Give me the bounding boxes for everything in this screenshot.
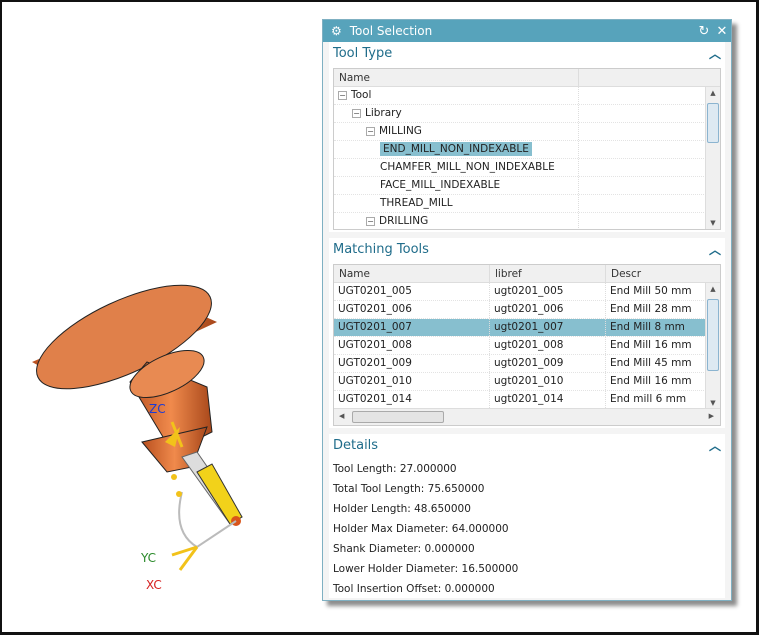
cell-name: UGT0201_010 <box>334 373 490 390</box>
column-header-libref[interactable]: libref <box>490 265 606 282</box>
tree-item[interactable]: − Library <box>334 105 720 123</box>
cell-name: UGT0201_005 <box>334 283 490 300</box>
tool-selection-dialog: ⚙ Tool Selection ↻ ✕ Tool Type ︿ Name − To… <box>322 19 732 601</box>
cell-libref: ugt0201_006 <box>490 301 606 318</box>
detail-line: Tool Length: 27.000000 <box>333 463 457 475</box>
tree-item-label: Tool <box>351 89 372 101</box>
cell-descr: End mill 6 mm <box>606 391 707 408</box>
graphics-viewport[interactable] <box>2 2 322 632</box>
tree-item[interactable]: − MILLING <box>334 123 720 141</box>
collapse-node-icon[interactable]: − <box>338 90 347 100</box>
table-row[interactable]: UGT0201_008 ugt0201_008 End Mill 16 mm <box>334 337 720 355</box>
tree-item[interactable]: THREAD_MILL <box>334 195 720 213</box>
detail-line: Shank Diameter: 0.000000 <box>333 543 475 555</box>
collapse-icon[interactable]: ︿ <box>709 241 725 258</box>
table-row[interactable]: UGT0201_010 ugt0201_010 End Mill 16 mm <box>334 373 720 391</box>
cell-libref: ugt0201_007 <box>490 319 606 336</box>
detail-line: Total Tool Length: 75.650000 <box>333 483 485 495</box>
tree-item-label: Library <box>365 107 402 119</box>
tree-item-label: DRILLING <box>379 215 429 227</box>
column-header-descr[interactable]: Descr <box>606 265 720 282</box>
tree-item[interactable]: − DRILLING <box>334 213 720 229</box>
cell-descr: End Mill 28 mm <box>606 301 707 318</box>
tree-item-label: END_MILL_NON_INDEXABLE <box>380 142 532 156</box>
zc-axis-label: ZC <box>149 402 166 416</box>
cell-libref: ugt0201_008 <box>490 337 606 354</box>
table-horizontal-scrollbar[interactable]: ◀ ▶ <box>334 408 720 425</box>
detail-line: Holder Max Diameter: 64.000000 <box>333 523 509 535</box>
detail-line: Lower Holder Diameter: 16.500000 <box>333 563 519 575</box>
cell-name: UGT0201_007 <box>334 319 490 336</box>
section-title: Details <box>333 437 379 453</box>
cell-libref: ugt0201_014 <box>490 391 606 408</box>
dialog-title: Tool Selection <box>349 24 433 38</box>
close-icon[interactable]: ✕ <box>713 24 731 39</box>
table-row[interactable]: UGT0201_005 ugt0201_005 End Mill 50 mm <box>334 283 720 301</box>
xc-axis-label: XC <box>146 578 162 592</box>
column-header-name[interactable]: Name <box>334 69 579 86</box>
tree-item[interactable]: FACE_MILL_INDEXABLE <box>334 177 720 195</box>
table-row[interactable]: UGT0201_009 ugt0201_009 End Mill 45 mm <box>334 355 720 373</box>
column-header-name[interactable]: Name <box>334 265 490 282</box>
reset-icon[interactable]: ↻ <box>695 24 713 39</box>
dialog-title-bar: ⚙ Tool Selection ↻ ✕ <box>323 20 731 42</box>
detail-line: Tool Insertion Offset: 0.000000 <box>333 583 495 595</box>
tool-type-tree[interactable]: Name − Tool − Library − MILLING END_MILL_NON_I… <box>333 68 721 230</box>
matching-tools-section: Matching Tools ︿ Name libref Descr UGT020… <box>329 238 725 428</box>
cell-name: UGT0201_008 <box>334 337 490 354</box>
tree-scrollbar[interactable]: ▲ ▼ <box>705 87 720 229</box>
table-row[interactable]: UGT0201_014 ugt0201_014 End mill 6 mm <box>334 391 720 409</box>
cell-libref: ugt0201_009 <box>490 355 606 372</box>
cell-libref: ugt0201_005 <box>490 283 606 300</box>
tree-item[interactable]: − Tool <box>334 87 720 105</box>
tree-item-label: THREAD_MILL <box>380 197 453 209</box>
table-row[interactable]: UGT0201_006 ugt0201_006 End Mill 28 mm <box>334 301 720 319</box>
collapse-node-icon[interactable]: − <box>352 108 361 118</box>
collapse-node-icon[interactable]: − <box>366 126 375 136</box>
cell-name: UGT0201_006 <box>334 301 490 318</box>
cell-descr: End Mill 16 mm <box>606 373 707 390</box>
yc-axis-label: YC <box>141 551 157 565</box>
cell-libref: ugt0201_010 <box>490 373 606 390</box>
collapse-node-icon[interactable]: − <box>366 216 375 226</box>
cell-descr: End Mill 16 mm <box>606 337 707 354</box>
gear-icon: ⚙ <box>331 24 342 38</box>
tree-item-label: CHAMFER_MILL_NON_INDEXABLE <box>380 161 555 173</box>
cell-descr: End Mill 45 mm <box>606 355 707 372</box>
tree-item[interactable]: END_MILL_NON_INDEXABLE <box>334 141 720 159</box>
collapse-icon[interactable]: ︿ <box>709 45 725 62</box>
table-vertical-scrollbar[interactable]: ▲ ▼ <box>705 283 720 409</box>
tree-item[interactable]: CHAMFER_MILL_NON_INDEXABLE <box>334 159 720 177</box>
tree-item-label: FACE_MILL_INDEXABLE <box>380 179 501 191</box>
tool-type-section: Tool Type ︿ Name − Tool − Library − MILLING END… <box>329 42 725 232</box>
details-section: Details ︿ Tool Length: 27.000000 Total Too… <box>329 434 725 598</box>
collapse-icon[interactable]: ︿ <box>709 437 725 454</box>
cell-descr: End Mill 8 mm <box>606 319 707 336</box>
cell-name: UGT0201_009 <box>334 355 490 372</box>
cell-descr: End Mill 50 mm <box>606 283 707 300</box>
matching-tools-table[interactable]: Name libref Descr UGT0201_005 ugt0201_005… <box>333 264 721 426</box>
detail-line: Holder Length: 48.650000 <box>333 503 471 515</box>
section-title: Matching Tools <box>333 241 429 257</box>
tool-holder-model <box>32 284 243 571</box>
section-title: Tool Type <box>333 45 393 61</box>
table-row[interactable]: UGT0201_007 ugt0201_007 End Mill 8 mm <box>334 319 720 337</box>
tree-item-label: MILLING <box>379 125 422 137</box>
cell-name: UGT0201_014 <box>334 391 490 408</box>
